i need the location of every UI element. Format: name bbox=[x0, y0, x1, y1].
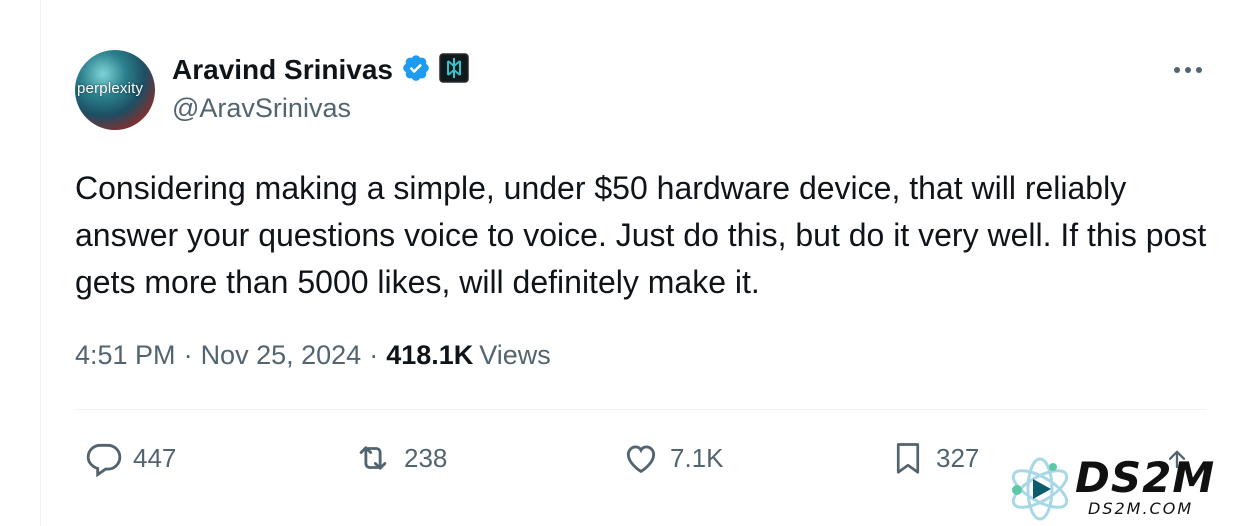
repost-count: 238 bbox=[404, 442, 448, 473]
views-count: 418.1K bbox=[386, 340, 474, 370]
repost-button[interactable]: 238 bbox=[352, 438, 447, 478]
author-display-name[interactable]: Aravind Srinivas bbox=[172, 54, 393, 86]
meta-separator-2: · bbox=[369, 340, 379, 370]
repost-icon bbox=[359, 446, 387, 470]
like-count: 7.1K bbox=[670, 442, 724, 473]
reply-icon bbox=[86, 443, 122, 477]
affiliate-badge-icon[interactable] bbox=[439, 52, 469, 88]
views-label: Views bbox=[479, 340, 551, 370]
meta-separator: · bbox=[183, 340, 193, 370]
heart-icon bbox=[626, 445, 656, 474]
author-handle[interactable]: @AravSrinivas bbox=[172, 93, 351, 124]
verified-badge-icon[interactable] bbox=[401, 53, 431, 88]
reply-button[interactable]: 447 bbox=[85, 438, 176, 478]
tweet-text: Considering making a simple, under $50 h… bbox=[75, 170, 1216, 300]
tweet-meta: 4:51 PM · Nov 25, 2024 · 418.1K Views bbox=[75, 340, 551, 371]
author-name-row: Aravind Srinivas bbox=[172, 52, 469, 88]
reply-count: 447 bbox=[133, 442, 177, 473]
bookmark-count: 327 bbox=[936, 442, 980, 473]
tweet-date[interactable]: Nov 25, 2024 bbox=[201, 340, 362, 371]
more-options-button[interactable] bbox=[1170, 58, 1206, 82]
timeline-border bbox=[40, 0, 41, 526]
like-button[interactable]: 7.1K bbox=[622, 438, 724, 478]
more-icon bbox=[1174, 67, 1202, 73]
avatar-logo-text: perplexity bbox=[77, 80, 144, 97]
bookmark-icon bbox=[896, 443, 920, 474]
author-avatar[interactable]: perplexity bbox=[75, 50, 155, 130]
watermark-subtitle: DS2M.COM bbox=[1088, 499, 1194, 518]
atom-logo-icon bbox=[1011, 457, 1069, 521]
watermark-title: DS2M bbox=[1075, 453, 1216, 502]
ds2m-watermark: DS2M DS2M.COM bbox=[1005, 453, 1220, 525]
bookmark-button[interactable]: 327 bbox=[890, 438, 979, 478]
tweet-time[interactable]: 4:51 PM bbox=[75, 340, 176, 371]
action-divider bbox=[75, 409, 1206, 410]
